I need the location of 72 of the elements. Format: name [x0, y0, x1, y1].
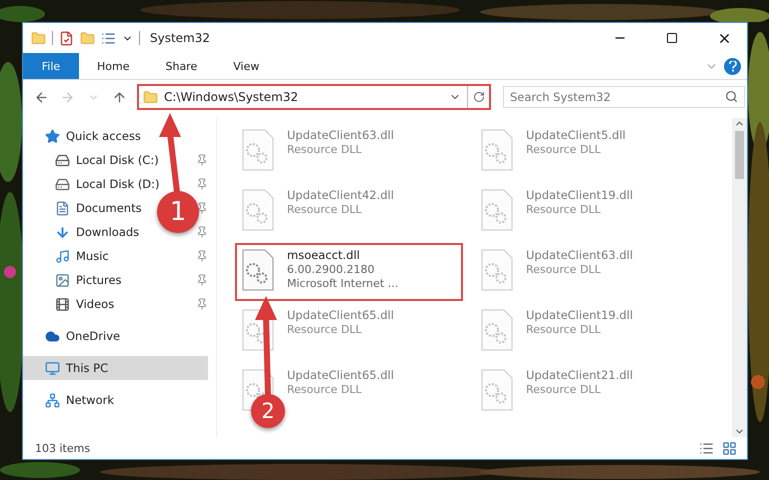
ribbon-tab[interactable]: Home [79, 53, 148, 79]
file-name: UpdateClient65.dll [287, 368, 394, 382]
star-icon [45, 128, 60, 144]
file-detail: Microsoft Internet ... [287, 277, 398, 290]
scrollbar-thumb[interactable] [735, 131, 744, 179]
sidebar-item[interactable]: OneDrive [23, 324, 126, 348]
file-detail: Resource DLL [526, 263, 602, 276]
new-folder-icon[interactable] [80, 30, 95, 46]
pin-icon[interactable] [196, 274, 208, 286]
file-name: UpdateClient63.dll [287, 128, 394, 142]
file-detail: Resource DLL [526, 383, 602, 396]
file-name: UpdateClient19.dll [526, 308, 633, 322]
folder-icon[interactable] [31, 30, 46, 46]
file-name: UpdateClient63.dll [526, 248, 633, 262]
drive-icon [55, 176, 70, 192]
sidebar-item[interactable]: Downloads [23, 220, 146, 244]
file-detail: Resource DLL [287, 323, 363, 336]
document-icon [55, 200, 70, 216]
sidebar-item[interactable]: Network [23, 388, 120, 412]
download-icon [55, 224, 70, 240]
ribbon-tab[interactable]: Share [147, 53, 216, 79]
film-icon [55, 296, 70, 312]
file-detail: 6.00.2900.2180 [287, 263, 376, 276]
scrollbar[interactable] [732, 118, 747, 437]
sidebar-item[interactable]: This PC [23, 356, 208, 380]
picture-icon [55, 272, 70, 288]
pin-icon[interactable] [196, 226, 208, 238]
sidebar-item[interactable]: Pictures [23, 268, 128, 292]
file-detail: Resource DLL [526, 143, 602, 156]
music-icon [55, 248, 70, 264]
drive-icon [55, 152, 70, 168]
file-name: UpdateClient65.dll [287, 308, 394, 322]
file-name: UpdateClient5.dll [526, 128, 626, 142]
view-list-icon[interactable] [101, 30, 116, 46]
pin-icon[interactable] [196, 178, 208, 190]
file-name: UpdateClient21.dll [526, 368, 633, 382]
monitor-icon [45, 360, 60, 376]
network-icon [45, 392, 60, 408]
file-detail: Resource DLL [287, 383, 363, 396]
search-field[interactable]: Search System32 [503, 86, 745, 108]
help-icon[interactable] [724, 58, 741, 74]
ribbon-tab[interactable]: File [23, 53, 79, 79]
tiles-view-icon[interactable] [722, 440, 737, 456]
pin-icon[interactable] [196, 298, 208, 310]
forward-arrow-icon [60, 90, 74, 104]
window-title: System32 [150, 31, 212, 45]
file-detail: Resource DLL [526, 323, 602, 336]
pin-icon[interactable] [196, 202, 208, 214]
refresh-icon [472, 91, 484, 103]
search-icon [725, 90, 738, 103]
pin-icon[interactable] [196, 250, 208, 262]
address-bar[interactable]: C:\Windows\System32 [137, 84, 491, 110]
file-item[interactable]: msoeacct.dll 6.00.2900.2180 Microsoft Internet ... [235, 243, 463, 301]
ribbon-tab[interactable]: View [215, 53, 278, 79]
pin-icon[interactable] [196, 154, 208, 166]
sidebar-item[interactable]: Videos [23, 292, 120, 316]
file-detail: Resource DLL [287, 203, 363, 216]
file-detail: Resource DLL [287, 143, 363, 156]
sidebar-item[interactable]: Music [23, 244, 115, 268]
sidebar-item[interactable]: Documents [23, 196, 148, 220]
details-view-icon[interactable] [699, 440, 714, 456]
cloud-icon [45, 328, 60, 344]
item-count: 103 items [35, 442, 92, 454]
folder-icon [143, 90, 158, 104]
properties-icon[interactable] [59, 30, 74, 46]
sidebar-item[interactable]: Local Disk (C:) [23, 148, 165, 172]
file-name: UpdateClient42.dll [287, 188, 394, 202]
sidebar-item[interactable]: Quick access [23, 124, 147, 148]
file-name: msoeacct.dll [287, 248, 361, 262]
maximize-icon [666, 32, 678, 44]
file-detail: Resource DLL [526, 203, 602, 216]
file-name: UpdateClient19.dll [526, 188, 633, 202]
